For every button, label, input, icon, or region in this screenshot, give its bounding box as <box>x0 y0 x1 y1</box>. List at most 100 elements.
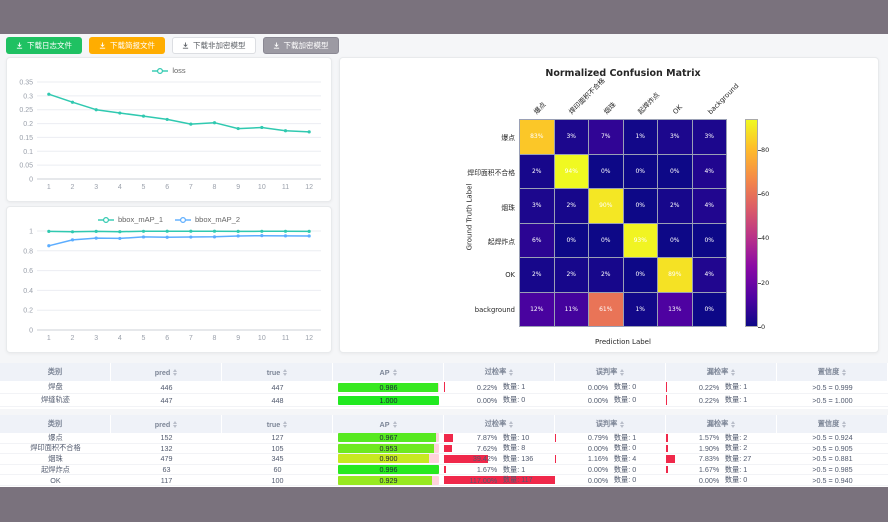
header-label: pred <box>155 368 171 377</box>
table-header-4[interactable]: AP <box>333 415 444 433</box>
rate-percent: 0.00% <box>555 444 608 453</box>
svg-text:0.8: 0.8 <box>23 248 33 255</box>
sort-caret-icon[interactable] <box>731 421 735 428</box>
rate-count: 数量: 1 <box>503 465 525 475</box>
download-button-4[interactable]: 下载加密模型 <box>263 37 339 54</box>
table-header-6[interactable]: 误判率 <box>555 363 666 381</box>
cell-ap: 0.900 <box>333 454 444 464</box>
table-header-5[interactable]: 过检率 <box>444 415 555 433</box>
sort-caret-icon[interactable] <box>173 369 177 376</box>
cell-confidence: >0.5 = 0.881 <box>777 454 888 464</box>
table-header-5[interactable]: 过检率 <box>444 363 555 381</box>
table-header-7[interactable]: 漏检率 <box>666 363 777 381</box>
matrix-row-label: background <box>443 306 515 314</box>
map-chart-card: bbox_mAP_1bbox_mAP_2 00.20.40.60.8112345… <box>6 206 332 353</box>
svg-text:0.6: 0.6 <box>23 268 33 275</box>
svg-text:0.3: 0.3 <box>23 93 33 100</box>
matrix-row-label: 烟珠 <box>443 202 515 212</box>
svg-text:5: 5 <box>142 184 146 191</box>
download-button-1[interactable]: 下载日志文件 <box>6 37 82 54</box>
matrix-cell: 4% <box>693 258 727 292</box>
sort-caret-icon[interactable] <box>731 369 735 376</box>
cell-overdetect-rate: 39.42%数量: 136 <box>444 454 555 464</box>
sort-caret-icon[interactable] <box>173 421 177 428</box>
table-header-8[interactable]: 置信度 <box>777 415 888 433</box>
header-label: 误判率 <box>596 419 618 429</box>
sort-caret-icon[interactable] <box>393 369 397 376</box>
sort-caret-icon[interactable] <box>620 369 624 376</box>
ap-value: 0.900 <box>338 454 439 463</box>
table-header-4[interactable]: AP <box>333 363 444 381</box>
sort-caret-icon[interactable] <box>620 421 624 428</box>
matrix-row-label: 爆点 <box>443 132 515 142</box>
header-label: 置信度 <box>818 367 840 377</box>
cell-class: 爆点 <box>0 433 111 443</box>
header-label: AP <box>380 420 390 429</box>
download-icon <box>182 42 189 49</box>
rate-count: 数量: 8 <box>503 444 525 454</box>
rate-percent: 0.00% <box>444 396 497 405</box>
legend-line-icon <box>98 216 114 224</box>
cell-ap: 0.996 <box>333 465 444 475</box>
svg-text:1: 1 <box>29 229 33 236</box>
matrix-cell: 94% <box>555 155 589 189</box>
rate-count: 数量: 2 <box>725 433 747 443</box>
matrix-cell: 2% <box>555 258 589 292</box>
table-header-3[interactable]: true <box>222 415 333 433</box>
svg-text:1: 1 <box>47 335 51 342</box>
sort-caret-icon[interactable] <box>842 369 846 376</box>
table-header-3[interactable]: true <box>222 363 333 381</box>
table-header-7[interactable]: 漏检率 <box>666 415 777 433</box>
table-header-6[interactable]: 误判率 <box>555 415 666 433</box>
header-label: 漏检率 <box>707 367 729 377</box>
rate-percent: 0.00% <box>555 383 608 392</box>
matrix-col-label: background <box>706 82 740 116</box>
download-button-label: 下载加密模型 <box>284 40 329 51</box>
download-button-2[interactable]: 下载简报文件 <box>89 37 165 54</box>
matrix-col-label: 爆点 <box>531 99 548 116</box>
cell-pred: 152 <box>111 433 222 443</box>
loss-chart-canvas: 00.050.10.150.20.250.30.3512345678910111… <box>7 76 331 194</box>
cell-class: 烟珠 <box>0 454 111 464</box>
matrix-col-label: 焊印面积不合格 <box>566 75 607 116</box>
table-header-row: 类别predtrueAP过检率误判率漏检率置信度 <box>0 415 888 433</box>
rate-percent: 1.90% <box>666 444 719 453</box>
confusion-matrix-card: Normalized Confusion Matrix Ground Truth… <box>339 57 879 353</box>
table-header-2[interactable]: pred <box>111 415 222 433</box>
svg-text:4: 4 <box>118 184 122 191</box>
cell-overdetect-rate: 117.00%数量: 117 <box>444 475 555 485</box>
matrix-cell: 2% <box>658 189 692 223</box>
sort-caret-icon[interactable] <box>509 369 513 376</box>
sort-caret-icon[interactable] <box>842 421 846 428</box>
table-header-8[interactable]: 置信度 <box>777 363 888 381</box>
ap-bar-track: 1.000 <box>338 396 439 405</box>
legend-item-loss[interactable]: loss <box>152 66 185 75</box>
sort-caret-icon[interactable] <box>509 421 513 428</box>
rate-count: 数量: 0 <box>614 382 636 392</box>
download-icon <box>99 42 106 49</box>
cell-ap: 0.967 <box>333 433 444 443</box>
cell-confidence: >0.5 = 0.940 <box>777 475 888 485</box>
download-icon <box>273 42 280 49</box>
sort-caret-icon[interactable] <box>283 421 287 428</box>
legend-item-bbox_mAP_2[interactable]: bbox_mAP_2 <box>175 215 240 224</box>
download-button-label: 下载简报文件 <box>110 40 155 51</box>
ap-bar-track: 0.900 <box>338 454 439 463</box>
svg-text:0.4: 0.4 <box>23 288 33 295</box>
cell-miss-rate: 0.00%数量: 0 <box>666 475 777 485</box>
table-header-2[interactable]: pred <box>111 363 222 381</box>
sort-caret-icon[interactable] <box>283 369 287 376</box>
colorbar-tick-label: 0 <box>761 323 765 331</box>
legend-item-bbox_mAP_1[interactable]: bbox_mAP_1 <box>98 215 163 224</box>
ap-value: 0.929 <box>338 476 439 485</box>
download-button-3[interactable]: 下载非加密模型 <box>172 37 256 54</box>
cell-confidence: >0.5 = 0.999 <box>777 381 888 393</box>
ap-value: 0.996 <box>338 465 439 474</box>
svg-text:1: 1 <box>47 184 51 191</box>
svg-text:6: 6 <box>165 184 169 191</box>
sort-caret-icon[interactable] <box>393 421 397 428</box>
table-row: 焊缝轨迹4474481.0000.00%数量: 00.00%数量: 00.22%… <box>0 394 888 407</box>
cell-class: 起焊炸点 <box>0 465 111 475</box>
cell-confidence: >0.5 = 0.905 <box>777 444 888 454</box>
svg-text:0.2: 0.2 <box>23 308 33 315</box>
